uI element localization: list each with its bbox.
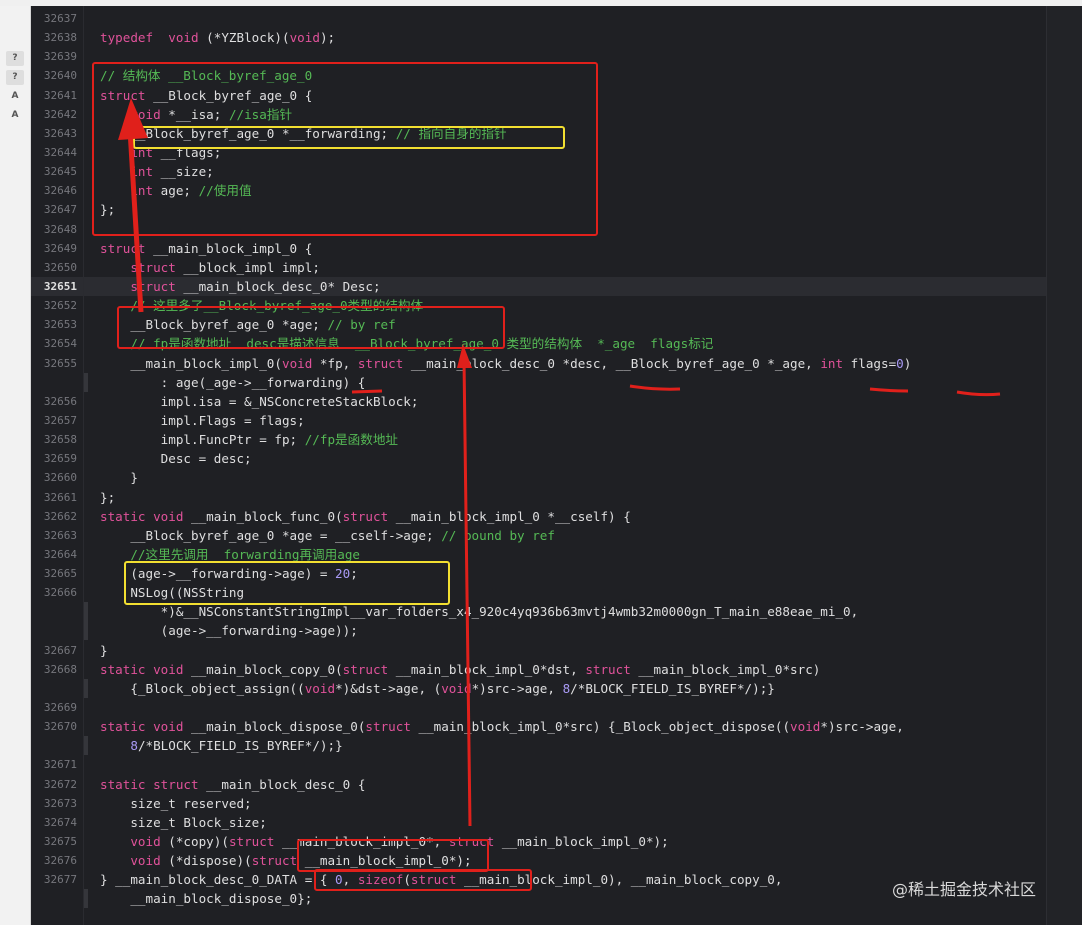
underline-age xyxy=(869,387,909,393)
underline-fp xyxy=(351,389,383,394)
arrow-head-struct xyxy=(118,98,148,140)
arrow-to-struct xyxy=(127,129,144,313)
arrow-head-age xyxy=(457,344,472,368)
underline-desc xyxy=(629,384,681,391)
arrow-to-age xyxy=(462,359,472,827)
watermark: @稀土掘金技术社区 xyxy=(892,880,1037,899)
underline-flags xyxy=(956,390,1001,397)
annotation-arrows xyxy=(118,98,1001,827)
